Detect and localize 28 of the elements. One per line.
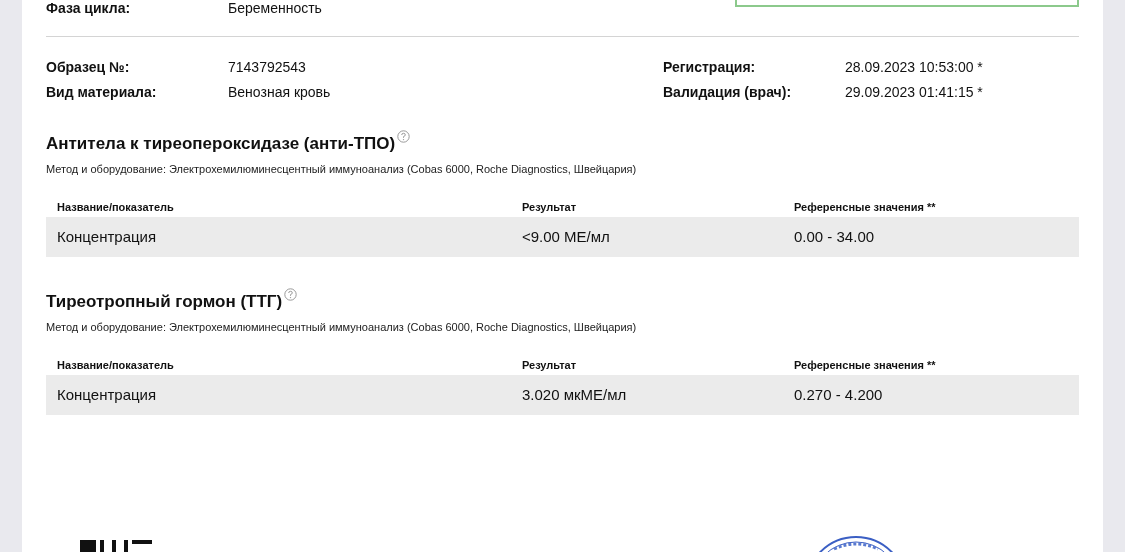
- table-cell-text: Концентрация: [57, 226, 158, 247]
- help-icon[interactable]: [397, 130, 411, 143]
- field-value: Венозная кровь: [228, 84, 331, 101]
- help-icon[interactable]: [284, 288, 298, 301]
- field-label: Валидация (врач):: [663, 84, 793, 101]
- field-value: 7143792543: [228, 59, 306, 76]
- table-cell-text: Концентрация: [57, 384, 158, 405]
- method-text: Метод и оборудование: Электрохемилюминесцентный иммуноанализ (Cobas 6000, Roche Diagnostics, Швейцария): [46, 163, 638, 176]
- field-value: 29.09.2023 01:41:15 *: [845, 84, 983, 101]
- table-cell-text: 3.020 мкМЕ/мл: [522, 384, 628, 405]
- field-value: Беременность: [228, 0, 322, 16]
- column-header: Название/показатель: [57, 200, 175, 216]
- column-header: Результат: [522, 358, 578, 374]
- field-label: Фаза цикла:: [46, 0, 132, 16]
- method-text: Метод и оборудование: Электрохемилюминесцентный иммуноанализ (Cobas 6000, Roche Diagnostics, Швейцария): [46, 321, 638, 334]
- table-cell-text: 0.00 - 34.00: [794, 226, 875, 247]
- table-cell-text: 0.270 - 4.200: [794, 384, 883, 405]
- section-title: Антитела к тиреопероксидазе (анти-ТПО): [46, 134, 396, 154]
- field-label: Образец №:: [46, 59, 131, 76]
- section-title: Тиреотропный гормон (ТТГ): [46, 292, 283, 312]
- column-header: Результат: [522, 200, 578, 216]
- column-header: Название/показатель: [57, 358, 175, 374]
- table-cell-text: <9.00 МЕ/мл: [522, 226, 611, 247]
- field-label: Вид материала:: [46, 84, 158, 101]
- field-value: 28.09.2023 10:53:00 *: [845, 59, 983, 76]
- column-header: Референсные значения **: [794, 358, 936, 374]
- field-label: Регистрация:: [663, 59, 757, 76]
- column-header: Референсные значения **: [794, 200, 936, 216]
